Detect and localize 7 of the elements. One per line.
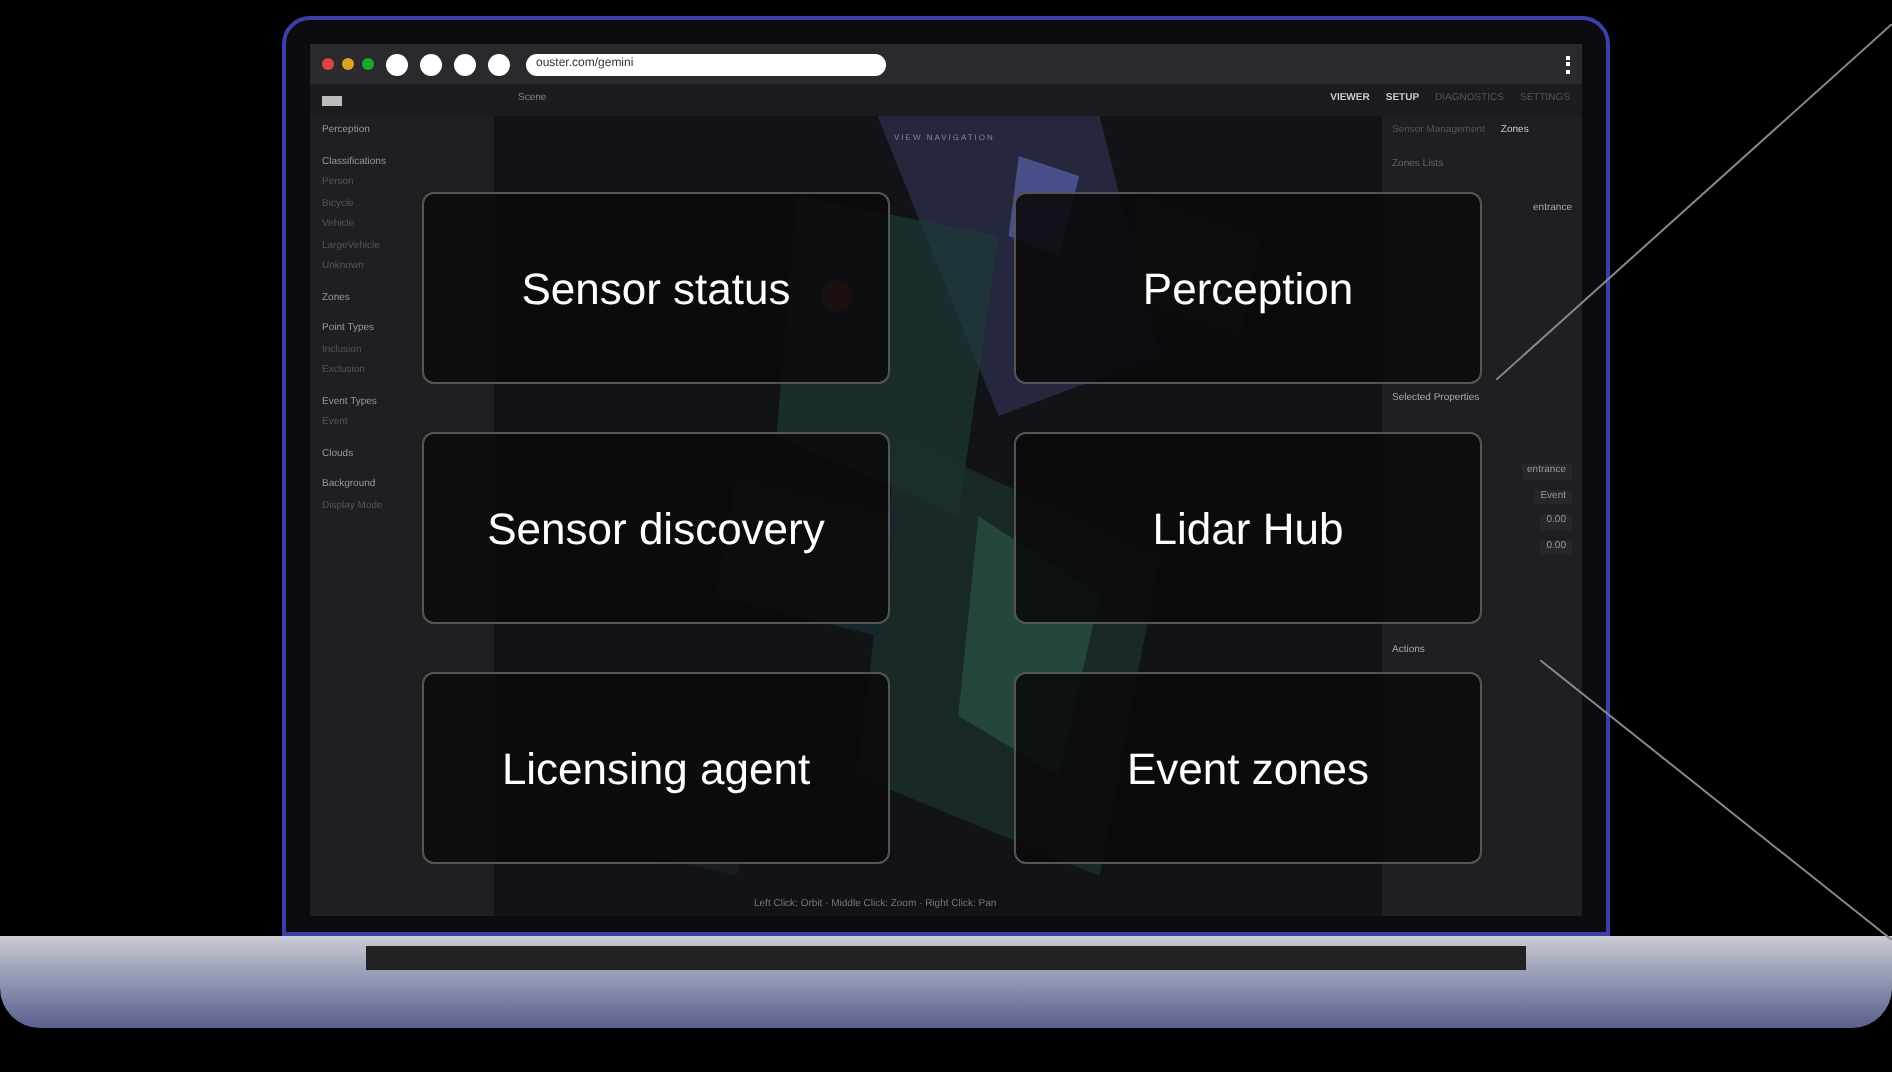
card-label: Perception (1142, 261, 1354, 318)
card-label: Lidar Hub (1152, 501, 1344, 557)
card-label: Event zones (1126, 741, 1370, 797)
logo-icon (322, 95, 342, 105)
card-label: Sensor status (521, 261, 791, 317)
card-label: Sensor discovery (487, 501, 825, 558)
card-label: Licensing agent (501, 741, 811, 798)
